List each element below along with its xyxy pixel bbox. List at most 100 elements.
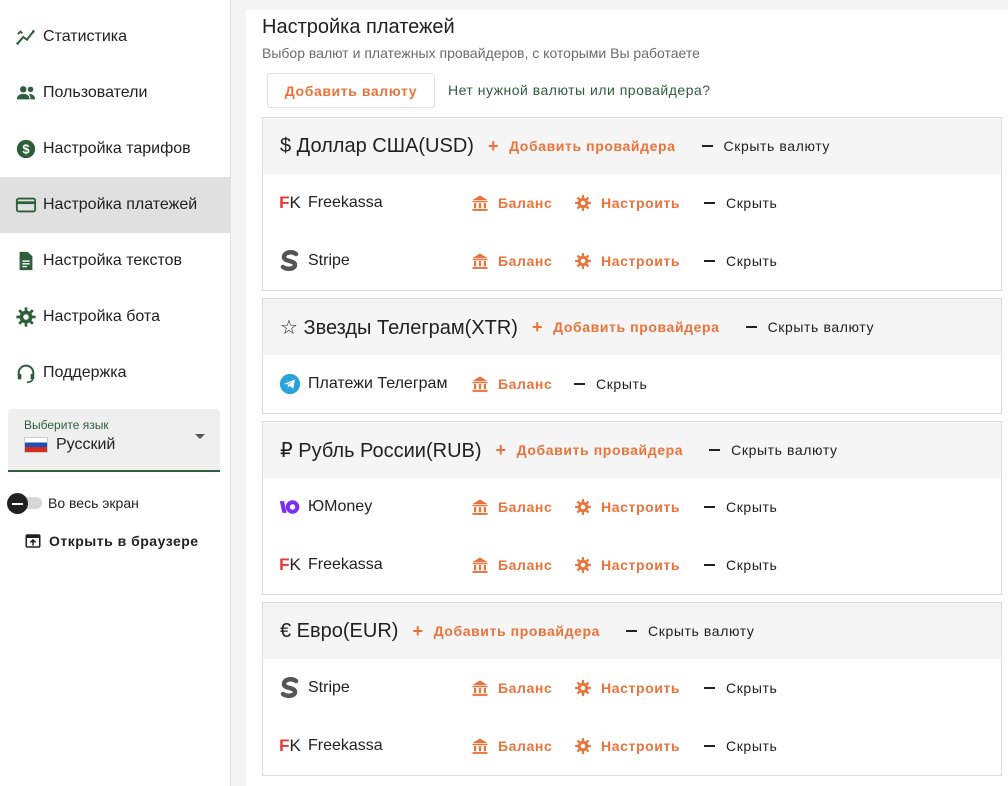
configure-button[interactable]: Настроить [574,679,680,697]
currency-header: € Евро(EUR) + Добавить провайдера Скрыть ва… [263,603,1001,659]
add-provider-button[interactable]: + Добавить провайдера [531,317,720,337]
minus-icon [701,145,713,147]
gear-icon [574,556,592,574]
provider-name: Stripe [308,679,350,696]
hide-currency-label: Скрыть валюту [767,319,875,335]
currency-name: ☆ Звезды Телеграм(XTR) [280,316,518,339]
hide-currency-button[interactable]: Скрыть валюту [745,319,875,335]
configure-button[interactable]: Настроить [574,194,680,212]
add-currency-button[interactable]: Добавить валюту [267,73,435,108]
gear-icon [574,498,592,516]
svg-text:$: $ [22,142,29,157]
hide-provider-button[interactable]: Скрыть [704,499,777,515]
hide-label: Скрыть [726,253,778,269]
sidebar-item-label: Настройка тарифов [43,140,191,157]
open-browser-button[interactable]: Открыть в браузере [24,532,199,550]
gear-icon [15,306,37,328]
sidebar-item-tariffs[interactable]: $ Настройка тарифов [0,121,230,177]
gear-icon [574,252,592,270]
fullscreen-toggle[interactable] [6,493,44,514]
add-provider-button[interactable]: + Добавить провайдера [488,137,676,155]
hide-currency-button[interactable]: Скрыть валюту [709,442,837,458]
hide-label: Скрыть [726,195,778,211]
balance-button[interactable]: Баланс [471,679,552,697]
hide-currency-button[interactable]: Скрыть валюту [626,623,754,639]
hide-currency-label: Скрыть валюту [731,442,838,458]
hide-provider-button[interactable]: Скрыть [704,738,777,754]
currency-name: $ Доллар США(USD) [280,134,474,157]
balance-button[interactable]: Баланс [471,556,552,574]
balance-button[interactable]: Баланс [471,194,552,212]
currency-name: € Евро(EUR) [280,619,399,642]
add-provider-button[interactable]: + Добавить провайдера [495,440,684,460]
bank-icon [471,375,489,393]
fullscreen-row: Во весь экран [6,493,139,514]
sidebar-item-label: Настройка текстов [43,252,182,269]
missing-currency-link[interactable]: Нет нужной валюты или провайдера? [448,82,711,98]
balance-label: Баланс [498,680,553,696]
minus-icon [626,630,638,632]
add-provider-label: Добавить провайдера [516,442,684,458]
hide-provider-button[interactable]: Скрыть [704,253,777,269]
sidebar-item-support[interactable]: Поддержка [0,345,230,401]
balance-label: Баланс [498,738,553,754]
balance-button[interactable]: Баланс [471,498,552,516]
hide-label: Скрыть [726,557,778,573]
currency-header: ☆ Звезды Телеграм(XTR) + Добавить провайде… [263,299,1001,355]
fullscreen-label: Во весь экран [48,495,139,511]
minus-icon [709,449,721,451]
balance-label: Баланс [498,195,553,211]
minus-icon [574,383,585,385]
balance-button[interactable]: Баланс [471,252,552,270]
provider-name: Freekassa [308,737,383,754]
sidebar-item-users[interactable]: Пользователи [0,65,230,121]
provider-row: F K Freekassa Баланс Настроить Скрыть [263,536,1001,594]
sidebar-item-bot[interactable]: Настройка бота [0,289,230,345]
configure-button[interactable]: Настроить [574,556,680,574]
users-icon [15,82,37,104]
dollar-circle-icon: $ [15,138,37,160]
balance-button[interactable]: Баланс [471,375,552,393]
balance-button[interactable]: Баланс [471,737,552,755]
configure-button[interactable]: Настроить [574,252,680,270]
configure-button[interactable]: Настроить [574,498,680,516]
configure-label: Настроить [601,738,681,754]
plus-icon: + [531,317,544,337]
stripe-logo [279,250,301,272]
provider-name: Freekassa [308,556,383,573]
minus-icon [704,745,715,747]
add-provider-button[interactable]: + Добавить провайдера [412,621,600,641]
minus-icon [704,260,715,262]
sidebar-item-texts[interactable]: Настройка текстов [0,233,230,289]
sidebar-item-label: Пользователи [43,84,148,101]
hide-currency-label: Скрыть валюту [723,138,831,154]
page-subtitle: Выбор валют и платежных провайдеров, с к… [262,45,700,61]
hide-label: Скрыть [596,376,648,392]
provider-name: Freekassa [308,194,383,211]
provider-name: Платежи Телеграм [308,375,448,392]
hide-provider-button[interactable]: Скрыть [704,195,777,211]
freekassa-logo: FK [279,736,301,755]
minus-icon [704,506,715,508]
hide-provider-button[interactable]: Скрыть [704,557,777,573]
hide-label: Скрыть [726,738,778,754]
bank-icon [471,498,489,516]
plus-icon: + [412,621,424,641]
provider-row: ЮMoney Баланс Настроить Скрыть [263,478,1001,536]
language-select[interactable]: Выберите язык Русский [8,409,220,472]
balance-label: Баланс [498,376,553,392]
headset-icon [15,362,37,384]
configure-button[interactable]: Настроить [574,737,680,755]
currency-card: ₽ Рубль России(RUB) + Добавить провайдера С… [262,421,1002,595]
provider-row: F K Freekassa Баланс Настроить Скрыть [263,174,1001,232]
plus-icon: + [495,440,507,460]
sidebar-item-label: Статистика [43,28,128,45]
hide-currency-button[interactable]: Скрыть валюту [701,138,831,154]
sidebar-item-statistics[interactable]: Статистика [0,9,230,65]
sidebar-item-payments[interactable]: Настройка платежей [0,177,230,233]
sidebar-item-label: Настройка бота [43,308,160,325]
configure-label: Настроить [601,195,681,211]
provider-row: Платежи Телеграм Баланс Скрыть [263,355,1001,413]
hide-provider-button[interactable]: Скрыть [574,376,647,392]
hide-provider-button[interactable]: Скрыть [704,680,777,696]
